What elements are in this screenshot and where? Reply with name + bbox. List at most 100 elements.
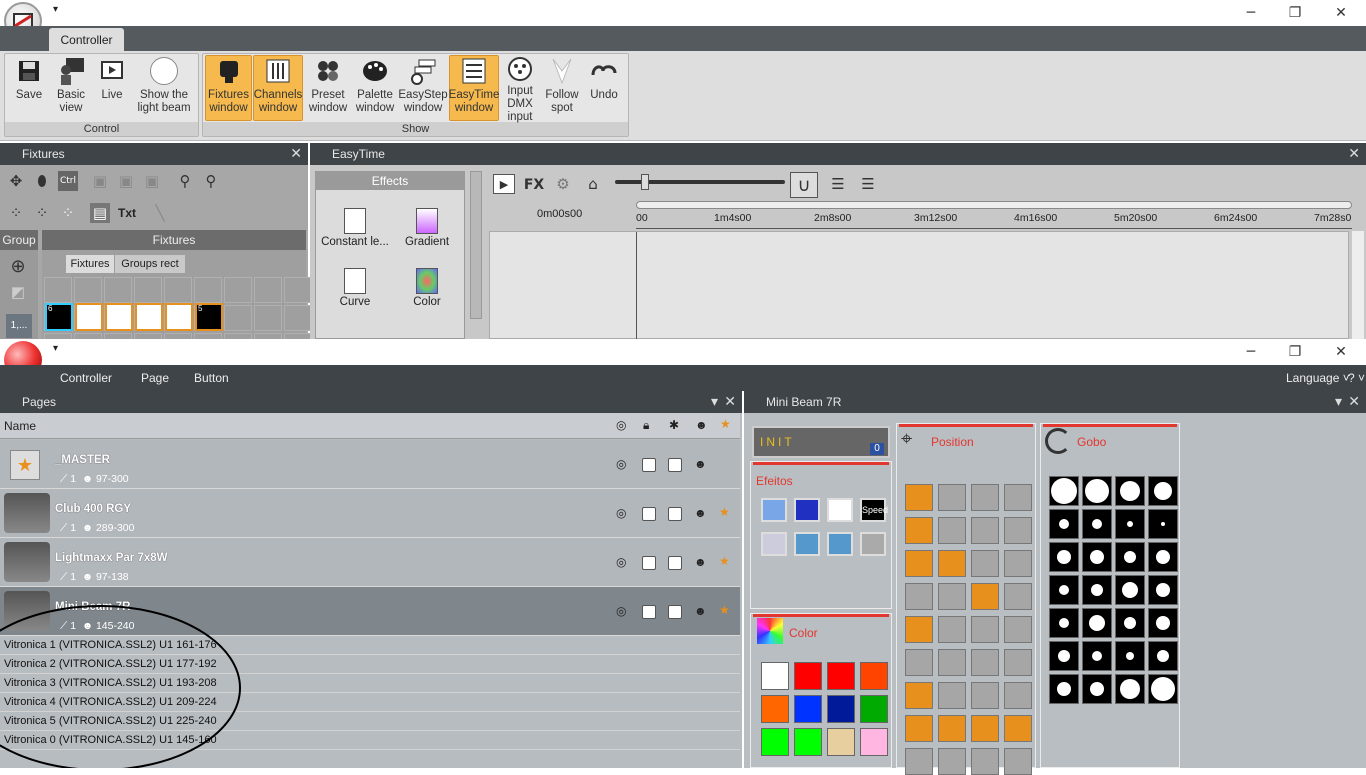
effect-tile[interactable] (860, 532, 886, 556)
color-swatch[interactable] (761, 695, 789, 723)
color-swatch[interactable] (827, 695, 855, 723)
minimize-button[interactable]: ─ (1228, 0, 1274, 26)
spot-icon[interactable]: ⌂ (583, 174, 603, 194)
position-tile[interactable] (905, 550, 933, 577)
chevron-down-icon[interactable]: ▾ (1335, 391, 1342, 413)
color-swatch[interactable] (827, 728, 855, 756)
menu-controller[interactable]: Controller (60, 371, 112, 385)
gobo-tile[interactable] (1082, 608, 1112, 638)
gear-icon[interactable]: ⚙ (553, 174, 573, 194)
align-icon[interactable]: ☰ (828, 174, 848, 194)
effect-tile[interactable] (827, 532, 853, 556)
position-tile[interactable] (938, 748, 966, 775)
effect-tile[interactable] (761, 498, 787, 522)
effect-tile[interactable] (794, 532, 820, 556)
dmx-icon[interactable]: ☻ (694, 506, 707, 520)
light-beam-button[interactable]: Show the light beam (134, 56, 194, 120)
position-tile[interactable] (938, 616, 966, 643)
grid-cell[interactable] (254, 305, 282, 331)
gobo-tile[interactable] (1049, 575, 1079, 605)
live-button[interactable]: Live (94, 56, 130, 120)
lock-checkbox[interactable] (642, 507, 656, 521)
list-view-icon[interactable]: ▤ (90, 203, 110, 223)
asterisk-icon[interactable]: ✱ (669, 418, 679, 432)
init-button[interactable]: INIT 0 (752, 426, 890, 458)
lock-checkbox[interactable] (642, 605, 656, 619)
gobo-tile[interactable] (1115, 476, 1145, 506)
quick-access-icon[interactable]: ▾ (53, 343, 58, 354)
help-menu[interactable]: ? ˅ (1348, 371, 1365, 385)
dmx-icon[interactable]: ☻ (695, 418, 708, 432)
gobo-tile[interactable] (1082, 641, 1112, 671)
channels-window-button[interactable]: Channels window (253, 55, 303, 121)
gobo-tile[interactable] (1049, 608, 1079, 638)
fixture-slot[interactable]: 6 (45, 303, 73, 331)
color-swatch[interactable] (761, 728, 789, 756)
position-tile[interactable] (938, 517, 966, 544)
position-tile[interactable] (1004, 715, 1032, 742)
page-row[interactable]: Club 400 RGY ⟋ 1 ☻ 289-300 ◎ ☻ ★ (0, 489, 740, 538)
eye-icon[interactable]: ◎ (616, 418, 626, 432)
position-tile[interactable] (905, 616, 933, 643)
position-tile[interactable] (905, 715, 933, 742)
asterisk-checkbox[interactable] (668, 458, 682, 472)
position-tile[interactable] (1004, 550, 1032, 577)
minimize-button[interactable]: ─ (1228, 339, 1274, 365)
eye-icon[interactable]: ◎ (616, 604, 626, 618)
color-swatch[interactable] (860, 728, 888, 756)
position-tile[interactable] (1004, 517, 1032, 544)
position-tile[interactable] (971, 583, 999, 610)
page-row[interactable]: ★ _MASTER ⟋ 1 ☻ 97-300 ◎ ☻ (0, 440, 740, 489)
timeline-scroll[interactable] (636, 201, 1352, 209)
position-tile[interactable] (971, 715, 999, 742)
asterisk-checkbox[interactable] (668, 556, 682, 570)
grid-small-icon[interactable]: ⁘ (6, 203, 26, 223)
gobo-tile[interactable] (1082, 542, 1112, 572)
grid-cell[interactable] (194, 277, 222, 303)
language-menu[interactable]: Language ˅ (1286, 371, 1350, 385)
gobo-tile[interactable] (1148, 674, 1178, 704)
grid-large-icon[interactable]: ⁘ (58, 203, 78, 223)
remove-fixture-icon[interactable]: ▣ (142, 171, 162, 191)
add-fixture-icon[interactable]: ▣ (116, 171, 136, 191)
tab-fixtures[interactable]: Fixtures (66, 255, 114, 273)
gobo-tile[interactable] (1115, 608, 1145, 638)
grid-cell[interactable] (224, 277, 252, 303)
add-fixture-icon[interactable]: ▣ (90, 171, 110, 191)
dmx-icon[interactable]: ☻ (694, 457, 707, 471)
undo-button[interactable]: Undo (584, 56, 624, 120)
color-swatch[interactable] (794, 662, 822, 690)
position-tile[interactable] (938, 583, 966, 610)
grid-cell[interactable] (164, 277, 192, 303)
preset-window-button[interactable]: Preset window (305, 56, 351, 120)
easytime-window-button[interactable]: EasyTime window (449, 55, 499, 121)
fx-icon[interactable]: FX (521, 174, 547, 196)
gobo-tile[interactable] (1115, 674, 1145, 704)
position-tile[interactable] (1004, 484, 1032, 511)
gobo-tile[interactable] (1049, 674, 1079, 704)
fixture-slot[interactable]: 5 (195, 303, 223, 331)
zoom-slider[interactable] (615, 174, 785, 190)
gobo-tile[interactable] (1115, 509, 1145, 539)
dmx-icon[interactable]: ☻ (694, 555, 707, 569)
position-tile[interactable] (938, 715, 966, 742)
gobo-tile[interactable] (1082, 674, 1112, 704)
position-tile[interactable] (938, 484, 966, 511)
position-tile[interactable] (971, 748, 999, 775)
gobo-tile[interactable] (1082, 509, 1112, 539)
tab-controller[interactable]: Controller (49, 28, 124, 51)
position-tile[interactable] (905, 748, 933, 775)
position-tile[interactable] (905, 649, 933, 676)
star-icon[interactable]: ★ (719, 554, 730, 568)
fixtures-window-button[interactable]: Fixtures window (205, 55, 252, 121)
gobo-tile[interactable] (1148, 542, 1178, 572)
asterisk-checkbox[interactable] (668, 507, 682, 521)
position-tile[interactable] (938, 682, 966, 709)
star-icon[interactable]: ★ (719, 505, 730, 519)
move-icon[interactable]: ✥ (6, 171, 26, 191)
color-swatch[interactable] (761, 662, 789, 690)
position-tile[interactable] (938, 649, 966, 676)
gobo-tile[interactable] (1148, 575, 1178, 605)
grid-cell[interactable] (74, 277, 102, 303)
star-icon[interactable]: ★ (720, 417, 731, 431)
